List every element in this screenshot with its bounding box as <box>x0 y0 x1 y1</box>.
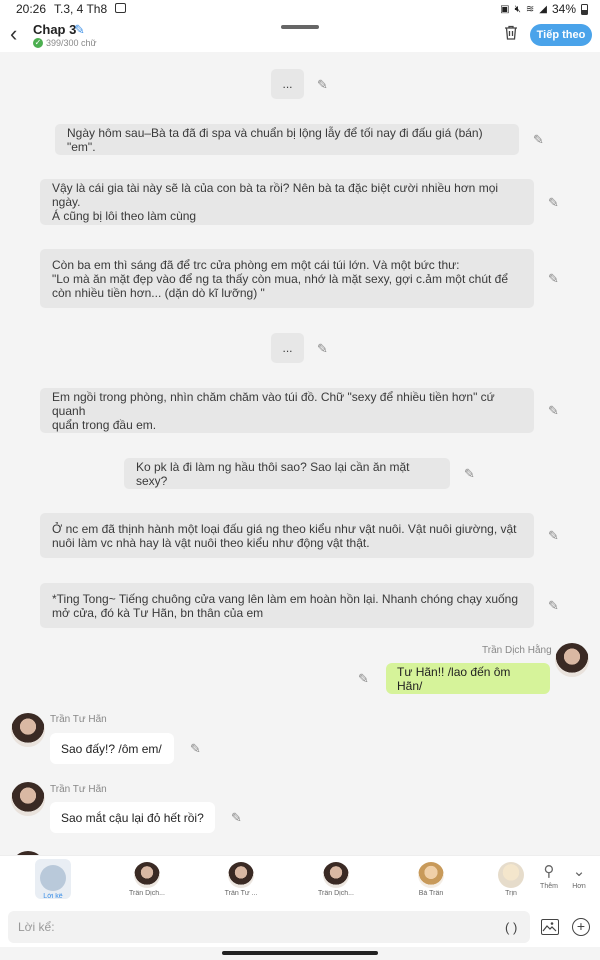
check-icon: ✓ <box>33 38 43 48</box>
next-chapter-button[interactable]: Tiếp theo <box>530 24 592 46</box>
edit-pencil-icon[interactable]: ✎ <box>231 811 242 824</box>
chapter-title: Chap 3 <box>33 22 77 37</box>
character-option[interactable]: Trịn <box>496 859 526 897</box>
edit-title-pencil-icon[interactable]: ✎ <box>74 22 85 38</box>
speaker-name: Trần Tư Hãn <box>50 784 107 795</box>
add-character-label: Thêm <box>540 883 558 890</box>
character-label: Trịn <box>505 890 517 897</box>
speaker-name: Trần Tư Hãn <box>50 714 107 725</box>
home-indicator[interactable] <box>222 951 378 955</box>
signal-icon: ◢ <box>539 3 547 15</box>
word-count: ✓ 399/300 chữ <box>33 38 97 48</box>
trash-icon[interactable] <box>504 25 518 40</box>
character-label: Lời kể <box>43 893 63 900</box>
narration-bubble[interactable]: Vậy là cái gia tài này sẽ là của con bà … <box>40 179 534 225</box>
dialogue-bubble[interactable]: Sao mắt cậu lại đỏ hết rồi? <box>50 802 215 833</box>
narration-bubble[interactable]: *Ting Tong~ Tiếng chuông cửa vang lên là… <box>40 583 534 628</box>
navigation-bar <box>0 947 600 960</box>
avatar[interactable] <box>11 782 45 816</box>
chevron-down-icon: ⌄ <box>572 863 586 880</box>
character-option[interactable]: Bà Trần <box>396 859 466 897</box>
narration-bubble[interactable]: ... <box>271 333 304 363</box>
edit-pencil-icon[interactable]: ✎ <box>317 342 328 355</box>
add-character-button[interactable]: ⚲ Thêm <box>534 861 564 890</box>
avatar <box>498 862 524 888</box>
character-label: Trần Dịch... <box>129 890 165 897</box>
character-option[interactable]: Trần Tư ... <box>206 859 276 897</box>
edit-pencil-icon[interactable]: ✎ <box>548 404 559 417</box>
gallery-icon <box>115 3 126 13</box>
avatar[interactable] <box>11 713 45 747</box>
expand-button[interactable]: ⌄ Hơn <box>564 861 594 890</box>
avatar <box>418 862 444 888</box>
word-count-text: 399/300 chữ <box>46 38 97 48</box>
edit-pencil-icon[interactable]: ✎ <box>317 78 328 91</box>
avatar <box>134 862 160 888</box>
edit-pencil-icon[interactable]: ✎ <box>464 467 475 480</box>
character-option[interactable]: Trần Dịch... <box>301 859 371 897</box>
edit-pencil-icon[interactable]: ✎ <box>358 672 369 685</box>
narration-icon <box>40 865 66 891</box>
edit-pencil-icon[interactable]: ✎ <box>548 272 559 285</box>
wifi-icon: ≋ <box>525 3 535 15</box>
avatar[interactable] <box>555 643 589 677</box>
edit-pencil-icon[interactable]: ✎ <box>190 742 201 755</box>
expand-label: Hơn <box>572 883 586 890</box>
add-icon[interactable]: + <box>572 918 590 936</box>
speaker-name: Trần Dịch Hằng <box>482 645 552 656</box>
narrator-selected-box: Lời kể <box>35 859 71 900</box>
battery-percent: 34% <box>551 2 576 16</box>
mute-icon: 🔇︎ <box>514 3 521 15</box>
story-chat[interactable]: ... ✎ Ngày hôm sau–Bà ta đã đi spa và ch… <box>0 52 600 855</box>
narration-bubble[interactable]: Ko pk là đi làm ng hầu thôi sao? Sao lại… <box>124 458 450 489</box>
avatar <box>228 862 254 888</box>
parenthesis-button[interactable]: ( ) <box>505 920 517 935</box>
dialogue-bubble[interactable]: Sao đấy!? /ôm em/ <box>50 733 174 764</box>
battery-icon <box>581 3 588 15</box>
input-bar: ( ) + <box>0 905 600 947</box>
image-icon-glyph <box>542 922 557 932</box>
status-icons: ▣ 🔇︎ ≋ ◢ 34% <box>500 2 588 16</box>
image-icon[interactable] <box>541 919 559 935</box>
narration-bubble[interactable]: Còn ba em thì sáng đã để trc cửa phòng e… <box>40 249 534 308</box>
avatar <box>323 862 349 888</box>
character-selector: Lời kể Trần Dịch... Trần Tư ... Trần Dịc… <box>0 855 600 905</box>
character-narrator[interactable]: Lời kể <box>18 859 88 900</box>
narration-bubble[interactable]: Ở nc em đã thịnh hành một loại đấu giá n… <box>40 513 534 558</box>
narration-bubble[interactable]: ... <box>271 69 304 99</box>
status-date: T.3, 4 Th8 <box>54 2 108 16</box>
narration-bubble[interactable]: Ngày hôm sau–Bà ta đã đi spa và chuẩn bị… <box>55 124 519 155</box>
character-label: Trần Dịch... <box>318 890 354 897</box>
edit-pencil-icon[interactable]: ✎ <box>533 133 544 146</box>
character-option[interactable]: Trần Dịch... <box>112 859 182 897</box>
edit-pencil-icon[interactable]: ✎ <box>548 196 559 209</box>
add-person-icon: ⚲ <box>543 863 555 880</box>
status-bar: 20:26 T.3, 4 Th8 ▣ 🔇︎ ≋ ◢ 34% <box>0 0 600 18</box>
character-label: Bà Trần <box>418 890 444 897</box>
chapter-header: ‹ Chap 3 ✎ ✓ 399/300 chữ Tiếp theo <box>0 18 600 52</box>
back-arrow-icon[interactable]: ‹ <box>10 23 17 45</box>
edit-pencil-icon[interactable]: ✎ <box>548 529 559 542</box>
lock-icon: ▣ <box>500 3 510 15</box>
message-input[interactable] <box>8 911 530 943</box>
edit-pencil-icon[interactable]: ✎ <box>548 599 559 612</box>
narration-bubble[interactable]: Em ngồi trong phòng, nhìn chăm chăm vào … <box>40 388 534 433</box>
status-time: 20:26 <box>16 2 47 16</box>
character-label: Trần Tư ... <box>224 890 258 897</box>
drag-handle[interactable] <box>281 25 319 29</box>
dialogue-bubble-self[interactable]: Tư Hãn!! /lao đến ôm Hãn/ <box>386 663 550 694</box>
